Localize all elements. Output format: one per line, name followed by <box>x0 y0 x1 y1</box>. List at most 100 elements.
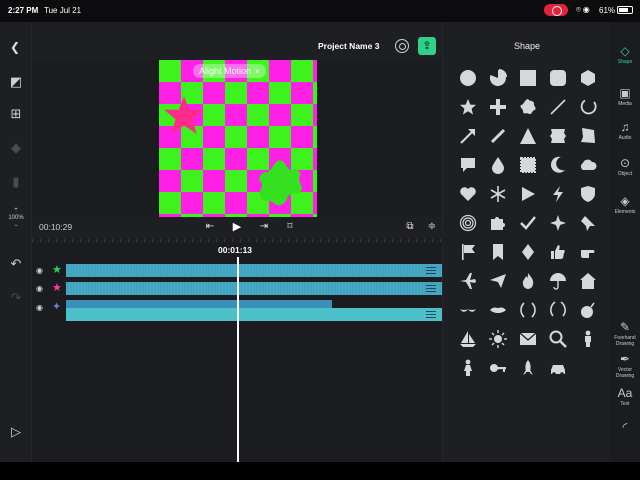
layer-clip-bar[interactable] <box>66 308 442 321</box>
playhead[interactable] <box>237 257 239 469</box>
shape-flag-icon[interactable] <box>453 238 483 267</box>
shape-woman-icon[interactable] <box>453 354 483 383</box>
shape-check-icon[interactable] <box>513 209 543 238</box>
watermark-close-icon[interactable]: × <box>255 67 260 76</box>
grid-icon[interactable]: ⊞ <box>6 104 26 124</box>
category-object[interactable]: ⊙ Object <box>610 156 640 177</box>
shape-magnifier-icon[interactable] <box>543 325 573 354</box>
category-media[interactable]: ▣ Media <box>610 86 640 107</box>
shape-sun-icon[interactable] <box>483 325 513 354</box>
scroll-arc-icon[interactable]: ◜ <box>610 420 640 434</box>
timeline-menu-icon[interactable]: ≑ <box>424 219 440 235</box>
category-freehand-drawing[interactable]: ✎ Freehand Drawing <box>610 320 640 347</box>
zoom-out-icon[interactable]: − <box>2 222 30 230</box>
category-audio[interactable]: ♫ Audio <box>610 120 640 141</box>
shape-circle-icon[interactable] <box>453 64 483 93</box>
shape-arrow-icon[interactable] <box>453 122 483 151</box>
shape-laurel-icon[interactable] <box>513 296 543 325</box>
shape-pie-icon[interactable] <box>483 64 513 93</box>
shape-heart-icon[interactable] <box>453 180 483 209</box>
current-timecode: 00:10:29 <box>39 222 73 232</box>
play-icon[interactable]: ▶ <box>229 219 245 235</box>
shape-stamp-icon[interactable] <box>513 151 543 180</box>
shape-bomb-icon[interactable] <box>573 296 603 325</box>
shape-lightning-icon[interactable] <box>543 180 573 209</box>
shape-umbrella-icon[interactable] <box>543 267 573 296</box>
shape-crescent-icon[interactable] <box>543 151 573 180</box>
shape-airplane-icon[interactable] <box>453 267 483 296</box>
shape-person-icon[interactable] <box>573 325 603 354</box>
shape-shield-icon[interactable] <box>573 180 603 209</box>
back-button[interactable]: ❮ <box>10 40 20 54</box>
category-shape[interactable]: ◇ Shape <box>610 44 640 65</box>
shape-rocket-icon[interactable] <box>513 354 543 383</box>
visibility-eye-icon[interactable]: ◉ <box>36 284 43 293</box>
shape-key-icon[interactable] <box>483 354 513 383</box>
shape-pin-icon[interactable] <box>573 209 603 238</box>
project-canvas[interactable]: Alight Motion × <box>159 60 317 217</box>
shape-mustache-icon[interactable] <box>453 296 483 325</box>
export-triangle-icon[interactable]: ▷ <box>6 422 26 442</box>
shape-lips-icon[interactable] <box>483 296 513 325</box>
project-title[interactable]: Project Name 3 <box>318 41 379 51</box>
shape-envelope-icon[interactable] <box>513 325 543 354</box>
shape-spiral-icon[interactable] <box>453 209 483 238</box>
shape-paper-plane-icon[interactable] <box>483 267 513 296</box>
shape-car-icon[interactable] <box>543 354 573 383</box>
shape-arc-icon[interactable] <box>573 93 603 122</box>
visibility-eye-icon[interactable]: ◉ <box>36 266 43 275</box>
undo-icon[interactable]: ↶ <box>6 254 26 274</box>
share-button[interactable]: ⇪ <box>418 37 436 55</box>
copy-icon[interactable]: ⧉ <box>402 219 418 235</box>
shape-cloud-icon[interactable] <box>573 151 603 180</box>
shape-laurel-2-icon[interactable] <box>543 296 573 325</box>
shape-drop-icon[interactable] <box>483 151 513 180</box>
layer-clip-bar[interactable] <box>66 264 442 277</box>
skip-to-end-icon[interactable]: ⇥ <box>256 219 272 235</box>
shape-torn-square-2-icon[interactable] <box>573 122 603 151</box>
shape-star-icon[interactable] <box>453 93 483 122</box>
shape-square-icon[interactable] <box>513 64 543 93</box>
visibility-eye-icon[interactable]: ◉ <box>36 303 43 312</box>
shape-play-triangle-icon[interactable] <box>513 180 543 209</box>
clip-handle-icon[interactable] <box>426 285 436 292</box>
screen-recording-icon <box>544 4 568 16</box>
shape-speech-bubble-icon[interactable] <box>453 151 483 180</box>
battery-percent: 61% <box>599 6 616 15</box>
shape-flame-icon[interactable] <box>513 267 543 296</box>
cog-star-shape-layer[interactable] <box>253 156 307 210</box>
shape-pointing-hand-icon[interactable] <box>573 238 603 267</box>
shape-line-icon[interactable] <box>543 93 573 122</box>
shape-puzzle-icon[interactable] <box>483 209 513 238</box>
settings-gear-icon[interactable] <box>395 39 409 53</box>
shape-triangle-icon[interactable] <box>513 122 543 151</box>
category-vector-drawing[interactable]: ✒ Vector Drawing <box>610 352 640 379</box>
shape-diamond-icon[interactable] <box>513 238 543 267</box>
shape-snowflake-icon[interactable] <box>483 180 513 209</box>
shape-rounded-square-icon[interactable] <box>543 64 573 93</box>
clip-handle-icon[interactable] <box>426 311 436 318</box>
bookmark-icon[interactable]: ⌑ <box>282 219 298 235</box>
shape-cog-star-icon[interactable] <box>513 93 543 122</box>
shape-hexagon-icon[interactable] <box>573 64 603 93</box>
skip-to-start-icon[interactable]: ⇤ <box>202 219 218 235</box>
layer-clip-bar[interactable] <box>66 282 442 295</box>
watermark[interactable]: Alight Motion × <box>193 64 266 78</box>
shape-sparkle-icon[interactable] <box>543 209 573 238</box>
shape-thumbs-up-icon[interactable] <box>543 238 573 267</box>
shape-torn-square-icon[interactable] <box>543 122 573 151</box>
zoom-control[interactable]: + 100% − <box>2 206 30 230</box>
shape-sailboat-icon[interactable] <box>453 325 483 354</box>
group-clip-bar[interactable] <box>66 300 332 308</box>
timeline: 00:01:13 ◉ ★ ◉ ★ ◉ ✦ <box>32 243 442 469</box>
category-elements[interactable]: ◈ Elements <box>610 194 640 215</box>
aspect-ratio-button[interactable]: ◩ <box>6 72 26 92</box>
zoom-in-icon[interactable]: + <box>2 206 30 214</box>
clip-handle-icon[interactable] <box>426 267 436 274</box>
star-shape-layer[interactable] <box>163 94 205 136</box>
shape-plus-icon[interactable] <box>483 93 513 122</box>
shape-bookmark-icon[interactable] <box>483 238 513 267</box>
shape-house-icon[interactable] <box>573 267 603 296</box>
shape-pencil-icon[interactable] <box>483 122 513 151</box>
category-text[interactable]: Aa Text <box>610 386 640 407</box>
